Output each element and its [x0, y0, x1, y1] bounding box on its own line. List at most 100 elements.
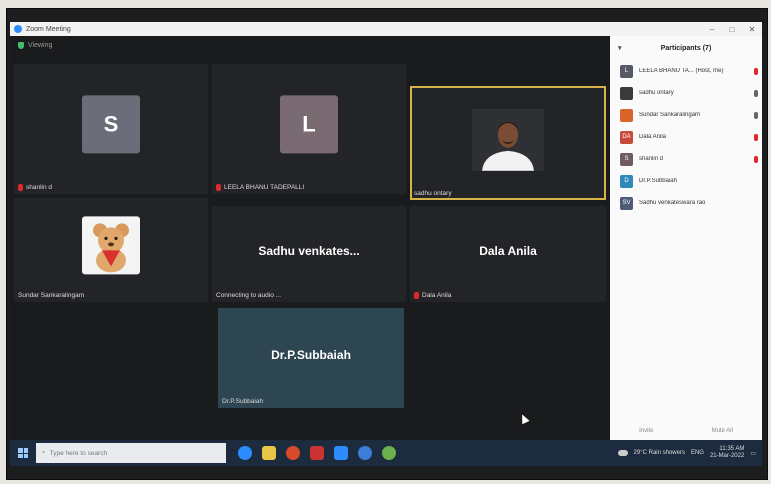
participants-title: Participants (7) [660, 44, 712, 52]
mic-muted-icon [754, 155, 758, 163]
mic-muted-icon [754, 133, 758, 141]
participant-item[interactable]: L LEELA BHANU TA... (Host, me) [610, 60, 762, 82]
tile-name: shanlin d [18, 184, 52, 191]
zoom-taskbar-icon[interactable] [334, 446, 348, 460]
participant-avatar [620, 86, 633, 100]
tile-name: LEELA BHANU TADEPALLI [216, 184, 304, 191]
taskbar-search[interactable]: ⌕ Type here to search [36, 443, 226, 463]
chevron-down-icon[interactable]: ▾ [618, 44, 622, 52]
tile-status: Connecting to audio ... [216, 292, 281, 299]
participant-label: sadhu ontary [639, 90, 674, 96]
participant-avatar: DA [620, 130, 633, 144]
weather-text[interactable]: 29°C Rain showers [634, 450, 685, 456]
view-label: Viewing [28, 42, 53, 49]
clock[interactable]: 11:35 AM 21-Mar-2022 [710, 446, 744, 460]
profile-picture [82, 216, 140, 275]
participant-avatar: D [620, 174, 633, 188]
participants-list: L LEELA BHANU TA... (Host, me) sadhu ont… [610, 60, 762, 214]
maximize-button[interactable]: □ [722, 25, 742, 34]
participant-item[interactable]: S shanlin d [610, 148, 762, 170]
mute-all-button[interactable]: Mute All [712, 428, 733, 434]
participant-avatar: SV [620, 196, 633, 210]
avatar: L [280, 95, 338, 154]
mouse-cursor-icon [518, 412, 530, 425]
participant-item[interactable]: SV Sadhu venkateswara rao [610, 192, 762, 214]
tile-name: Dr.P.Subbaiah [222, 398, 263, 405]
participant-name: sadhu ontary [414, 190, 452, 197]
clock-time: 11:35 AM [719, 446, 745, 452]
participant-item[interactable]: DA Dala Anila [610, 126, 762, 148]
close-button[interactable]: ✕ [742, 25, 762, 34]
weather-icon [617, 450, 628, 456]
participant-item[interactable]: D Dr.P.Subbaiah [610, 170, 762, 192]
participant-label: LEELA BHANU TA... (Host, me) [639, 68, 724, 74]
shield-icon [18, 42, 24, 49]
minimize-button[interactable]: – [702, 25, 722, 34]
video-tile-sundar[interactable]: Sundar Sankaralingam [14, 198, 208, 302]
participants-header: ▾ Participants (7) [610, 36, 762, 60]
tile-name: Dala Anila [414, 292, 451, 299]
avatar: S [82, 95, 140, 154]
participant-label: shanlin d [639, 156, 664, 162]
meeting-gallery: Viewing S shanlin d L LEELA BHANU TADEPA… [10, 36, 610, 440]
mic-icon [754, 111, 758, 119]
app-icon[interactable] [310, 446, 324, 460]
video-tile-sadhu-ontary[interactable]: sadhu ontary [410, 86, 606, 200]
video-tile-shanlin[interactable]: S shanlin d [14, 64, 208, 194]
mic-muted-icon [754, 67, 758, 75]
invite-button[interactable]: Invite [639, 428, 653, 434]
mic-muted-icon [414, 292, 419, 299]
participant-name: LEELA BHANU TADEPALLI [224, 184, 305, 191]
start-button[interactable] [10, 440, 36, 466]
zoom-logo-icon [14, 25, 22, 33]
notification-icon[interactable]: ▭ [750, 450, 756, 457]
video-tile-sadhu-venkates[interactable]: Sadhu venkates... Connecting to audio ..… [212, 206, 406, 302]
video-tile-subbaiah[interactable]: Dr.P.Subbaiah Dr.P.Subbaiah [218, 308, 404, 408]
tile-name: sadhu ontary [414, 190, 452, 197]
participant-avatar: S [620, 152, 633, 166]
mic-icon [754, 89, 758, 97]
participant-name: Dala Anila [422, 292, 452, 299]
participant-label: Sadhu venkateswara rao [639, 200, 706, 206]
app-icon[interactable] [382, 446, 396, 460]
windows-taskbar: ⌕ Type here to search 29°C Rain showers … [10, 440, 762, 466]
window-controls: – □ ✕ [702, 25, 762, 34]
participant-name: Sundar Sankaralingam [18, 292, 85, 299]
mic-muted-icon [216, 184, 221, 191]
file-explorer-icon[interactable] [262, 446, 276, 460]
video-tile-dala[interactable]: Dala Anila Dala Anila [410, 206, 606, 302]
tile-name: Sundar Sankaralingam [18, 292, 84, 299]
firefox-icon[interactable] [286, 446, 300, 460]
mic-muted-icon [18, 184, 23, 191]
taskbar-apps [238, 446, 396, 460]
search-icon: ⌕ [42, 449, 46, 456]
teddy-bear-icon [93, 223, 129, 273]
participants-panel: ▾ Participants (7) L LEELA BHANU TA... (… [610, 36, 762, 440]
participant-display-name: Dala Anila [479, 244, 537, 259]
participant-video [472, 108, 544, 171]
participant-label: Sundar Sankaralingam [639, 112, 701, 118]
language-indicator[interactable]: ENG [691, 450, 704, 456]
title-bar: Zoom Meeting – □ ✕ [10, 22, 762, 36]
participant-name: shanlin d [26, 184, 53, 191]
participant-name: Dr.P.Subbaiah [222, 398, 264, 405]
search-placeholder: Type here to search [49, 449, 108, 457]
participant-avatar [620, 108, 633, 122]
clock-date: 21-Mar-2022 [709, 453, 745, 459]
participant-label: Dr.P.Subbaiah [639, 178, 677, 184]
participant-item[interactable]: sadhu ontary [610, 82, 762, 104]
participants-footer: Invite Mute All [610, 428, 762, 434]
system-tray: 29°C Rain showers ENG 11:35 AM 21-Mar-20… [617, 446, 762, 460]
video-tile-leela[interactable]: L LEELA BHANU TADEPALLI [212, 64, 406, 194]
participant-display-name: Sadhu venkates... [258, 244, 360, 259]
participant-avatar: L [620, 64, 633, 78]
edge-icon[interactable] [358, 446, 372, 460]
meeting-info[interactable]: Viewing [18, 42, 52, 49]
audio-status: Connecting to audio ... [216, 292, 282, 299]
participant-item[interactable]: Sundar Sankaralingam [610, 104, 762, 126]
chrome-icon[interactable] [238, 446, 252, 460]
person-video-icon [472, 108, 544, 171]
participant-label: Dala Anila [639, 134, 667, 140]
windows-logo-icon [18, 448, 28, 458]
window-title: Zoom Meeting [26, 25, 71, 33]
